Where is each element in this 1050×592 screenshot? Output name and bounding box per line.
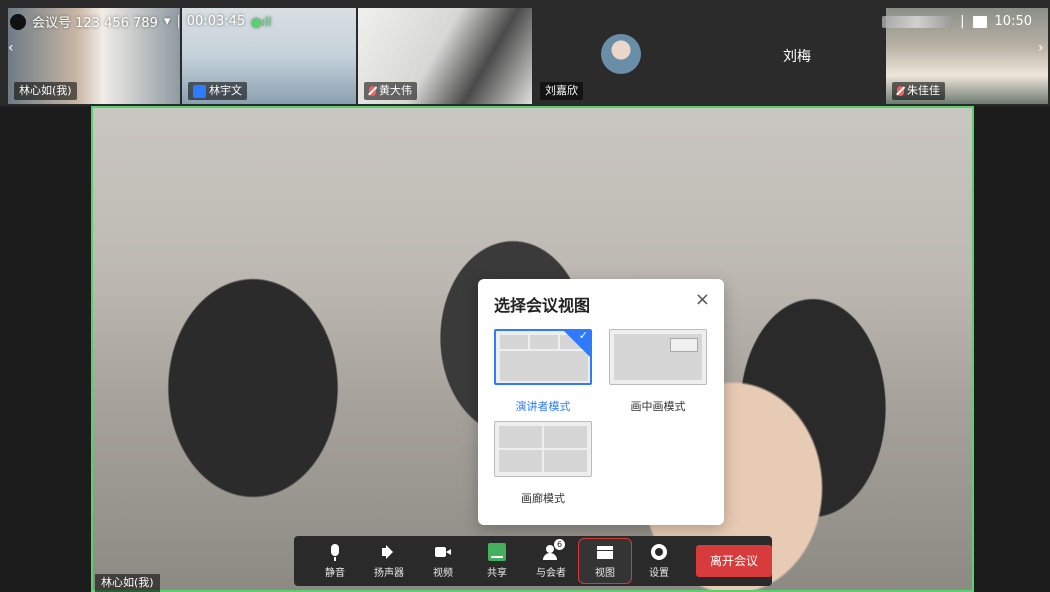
share-screen-icon	[488, 543, 506, 561]
signal-icon: ●ıll	[251, 14, 272, 29]
clock: 10:50	[994, 14, 1032, 29]
view-option-pip[interactable]: 画中画模式	[609, 329, 707, 414]
separator: |	[176, 14, 181, 29]
close-icon[interactable]: ×	[695, 289, 710, 310]
participant-center-name: 刘梅	[783, 49, 811, 65]
right-gutter	[974, 106, 1050, 592]
mic-muted-icon	[369, 86, 376, 96]
scroll-right-icon[interactable]: ›	[1038, 40, 1048, 64]
meeting-id[interactable]: 会议号 123 456 789	[32, 12, 158, 31]
gallery-layout-preview	[494, 421, 592, 477]
camera-icon	[434, 543, 452, 561]
meeting-info: 会议号 123 456 789 ▾ | 00:03:45 ●ıll	[10, 12, 272, 31]
scroll-left-icon[interactable]: ‹	[8, 40, 18, 64]
participant-name-tag: 刘嘉欣	[540, 82, 583, 100]
view-option-gallery[interactable]: 画廊模式	[494, 421, 592, 506]
gear-icon	[650, 543, 668, 561]
left-gutter	[0, 106, 91, 592]
meeting-icon	[10, 13, 26, 30]
share-button[interactable]: 共享	[470, 538, 524, 584]
dialog-title: 选择会议视图	[494, 296, 591, 315]
battery-icon	[972, 15, 987, 28]
network-status	[882, 15, 953, 28]
main-speaker-name: 林心如(我)	[95, 574, 160, 592]
participant-name-tag: 林心如(我)	[14, 82, 77, 100]
speaker-layout-preview: ✓	[494, 329, 592, 385]
host-icon	[193, 84, 206, 98]
option-label: 画中画模式	[630, 400, 686, 413]
participant-avatar	[601, 34, 641, 74]
view-option-speaker[interactable]: ✓ 演讲者模式	[494, 329, 592, 414]
check-icon: ✓	[578, 329, 588, 342]
view-select-dialog: 选择会议视图 × ✓ 演讲者模式 画中画模式 画廊模式	[478, 279, 724, 525]
video-button[interactable]: 视频	[416, 538, 470, 584]
participant-tile-4[interactable]: 刘嘉欣	[534, 8, 708, 104]
settings-button[interactable]: 设置	[632, 538, 686, 584]
participant-name-tag: 林宇文	[188, 82, 247, 100]
pip-layout-preview	[609, 329, 707, 385]
speaker-button[interactable]: 扬声器	[362, 538, 416, 584]
participant-name-tag: 朱佳佳	[892, 82, 945, 100]
participants-icon: 6	[542, 539, 565, 561]
participants-strip: 林心如(我) 林宇文 黄大伟 刘嘉欣 刘梅 朱佳佳 会议号 123 456 78…	[0, 0, 1050, 106]
speaker-icon	[380, 543, 398, 561]
mute-button[interactable]: 静音	[308, 538, 362, 584]
status-area: | 10:50	[882, 14, 1032, 29]
option-label: 画廊模式	[521, 492, 565, 505]
participant-tile-5[interactable]: 刘梅	[710, 8, 884, 104]
separator: |	[960, 14, 965, 29]
leave-meeting-button[interactable]: 离开会议	[696, 545, 773, 577]
view-button[interactable]: 视图	[578, 538, 632, 584]
layout-icon	[596, 543, 614, 561]
participant-tile-3[interactable]: 黄大伟	[358, 8, 532, 104]
mic-muted-icon	[897, 86, 904, 96]
participant-name-tag: 黄大伟	[364, 82, 417, 100]
meeting-dropdown-icon[interactable]: ▾	[164, 14, 171, 29]
elapsed-time: 00:03:45	[186, 14, 246, 29]
meeting-toolbar: 静音 扬声器 视频 共享 6 与会者 视图 设置 离开会议	[294, 536, 773, 586]
participants-button[interactable]: 6 与会者	[524, 538, 578, 584]
option-label: 演讲者模式	[515, 400, 571, 413]
participants-count-badge: 6	[554, 539, 565, 550]
microphone-icon	[326, 543, 344, 561]
